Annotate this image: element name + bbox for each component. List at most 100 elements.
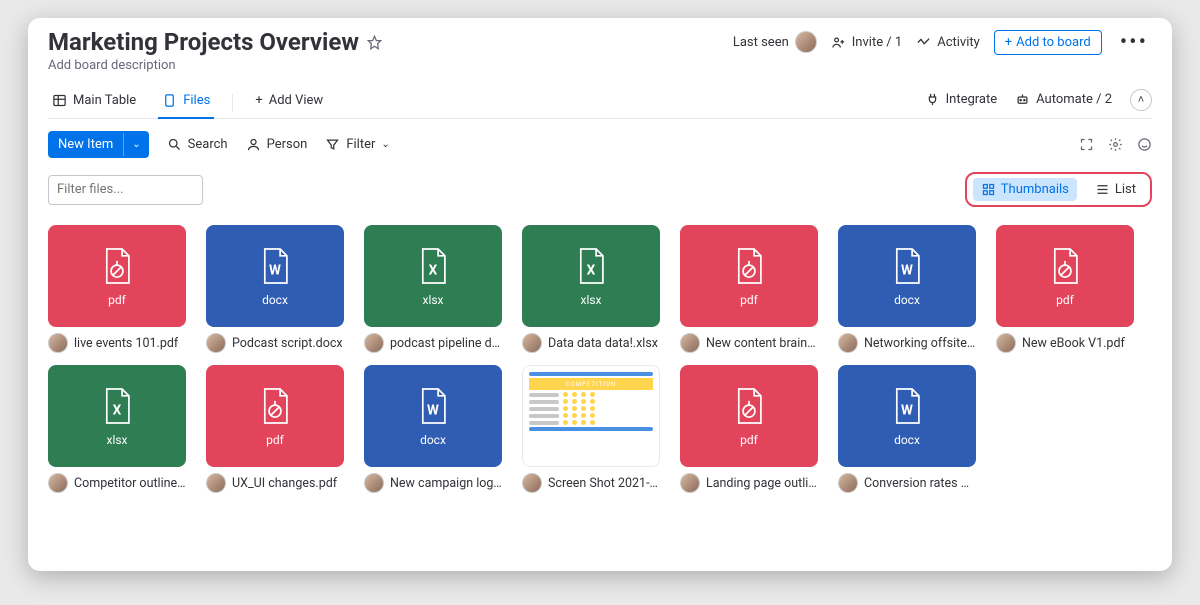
last-seen-label: Last seen (733, 35, 789, 50)
add-view-button[interactable]: + Add View (251, 87, 327, 118)
filter-files-input[interactable] (57, 182, 223, 197)
new-item-button[interactable]: New Item ⌄ (48, 131, 149, 158)
file-extension-label: docx (420, 433, 446, 447)
more-menu-icon[interactable]: ••• (1116, 30, 1152, 55)
smile-icon[interactable] (1137, 137, 1152, 152)
file-name: Screen Shot 2021-03… (548, 476, 660, 491)
file-extension-label: pdf (266, 433, 284, 447)
plus-icon: + (255, 93, 262, 108)
add-to-board-label: Add to board (1016, 35, 1091, 50)
file-item[interactable]: XxlsxCompetitor outline d… (48, 365, 186, 493)
file-meta: live events 101.pdf (48, 333, 186, 353)
thumbnails-view-button[interactable]: Thumbnails (973, 178, 1077, 201)
file-item[interactable]: pdf Landing page outlin… (680, 365, 818, 493)
file-thumbnail[interactable]: Wdocx (206, 225, 344, 327)
avatar (206, 473, 226, 493)
file-name: New eBook V1.pdf (1022, 336, 1125, 351)
filter-button[interactable]: Filter ⌄ (325, 137, 389, 152)
file-thumbnail[interactable]: COMPETITION (522, 365, 660, 467)
file-extension-label: pdf (108, 293, 126, 307)
file-thumbnail[interactable]: Wdocx (838, 365, 976, 467)
docx-file-icon: W (890, 385, 924, 427)
file-extension-label: docx (894, 293, 920, 307)
files-icon (162, 93, 177, 108)
file-extension-label: docx (262, 293, 288, 307)
file-meta: Landing page outlin… (680, 473, 818, 493)
activity-label: Activity (937, 35, 980, 50)
plug-icon (925, 92, 940, 107)
file-thumbnail[interactable]: Xxlsx (364, 225, 502, 327)
list-view-button[interactable]: List (1087, 178, 1144, 201)
file-extension-label: docx (894, 433, 920, 447)
file-thumbnail[interactable]: Xxlsx (48, 365, 186, 467)
add-to-board-button[interactable]: + Add to board (994, 30, 1102, 55)
file-thumbnail[interactable]: pdf (996, 225, 1134, 327)
thumbnails-label: Thumbnails (1001, 182, 1069, 197)
file-thumbnail[interactable]: pdf (48, 225, 186, 327)
divider (232, 94, 233, 112)
avatar (206, 333, 226, 353)
file-thumbnail[interactable]: Xxlsx (522, 225, 660, 327)
file-item[interactable]: pdfUX_UI changes.pdf (206, 365, 344, 493)
screenshot-preview: COMPETITION (529, 372, 653, 460)
file-thumbnail[interactable]: pdf (680, 365, 818, 467)
robot-icon (1015, 92, 1030, 107)
avatar (364, 473, 384, 493)
list-icon (1095, 182, 1110, 197)
pdf-file-icon (732, 245, 766, 287)
chevron-down-icon[interactable]: ⌄ (123, 133, 148, 156)
invite-label: Invite / 1 (852, 35, 902, 50)
activity-button[interactable]: Activity (916, 35, 980, 50)
file-item[interactable]: WdocxPodcast script.docx (206, 225, 344, 353)
file-item[interactable]: WdocxNetworking offsite i… (838, 225, 976, 353)
automate-label: Automate / 2 (1036, 92, 1112, 107)
search-button[interactable]: Search (167, 137, 228, 152)
gear-icon[interactable] (1108, 137, 1123, 152)
avatar (522, 473, 542, 493)
tab-main-table[interactable]: Main Table (48, 87, 140, 118)
integrate-label: Integrate (946, 92, 998, 107)
avatar (48, 473, 68, 493)
file-item[interactable]: pdfNew content brain d… (680, 225, 818, 353)
person-filter[interactable]: Person (246, 137, 308, 152)
plus-icon: + (1005, 35, 1012, 50)
file-item[interactable]: Xxlsxpodcast pipeline dra… (364, 225, 502, 353)
filter-label: Filter (346, 137, 375, 152)
automate-button[interactable]: Automate / 2 (1015, 92, 1112, 107)
integrate-button[interactable]: Integrate (925, 92, 998, 107)
grid-icon (981, 182, 996, 197)
file-meta: Conversion rates out… (838, 473, 976, 493)
file-thumbnail[interactable]: Wdocx (838, 225, 976, 327)
view-toggle: Thumbnails List (965, 172, 1152, 207)
avatar (522, 333, 542, 353)
file-thumbnail[interactable]: pdf (206, 365, 344, 467)
avatar (996, 333, 1016, 353)
tab-files[interactable]: Files (158, 87, 214, 118)
file-item[interactable]: pdf New eBook V1.pdf (996, 225, 1134, 353)
file-item[interactable]: XxlsxData data data!.xlsx (522, 225, 660, 353)
fullscreen-icon[interactable] (1079, 137, 1094, 152)
avatar (680, 333, 700, 353)
file-item[interactable]: Wdocx Conversion rates out… (838, 365, 976, 493)
board-description[interactable]: Add board description (48, 58, 1152, 73)
file-thumbnail[interactable]: pdf (680, 225, 818, 327)
collapse-icon[interactable]: ˄ (1130, 89, 1152, 111)
activity-icon (916, 35, 931, 50)
file-item[interactable]: WdocxNew campaign logo … (364, 365, 502, 493)
xlsx-file-icon: X (100, 385, 134, 427)
file-extension-label: pdf (740, 293, 758, 307)
svg-text:X: X (587, 263, 596, 279)
svg-text:W: W (269, 263, 281, 279)
file-item[interactable]: COMPETITION Screen Shot 2021-03… (522, 365, 660, 493)
file-item[interactable]: pdf live events 101.pdf (48, 225, 186, 353)
invite-button[interactable]: Invite / 1 (831, 35, 902, 50)
table-icon (52, 93, 67, 108)
avatar (48, 333, 68, 353)
file-extension-label: xlsx (422, 293, 443, 307)
filter-files-input-wrap[interactable] (48, 175, 203, 205)
svg-text:X: X (429, 263, 438, 279)
star-icon[interactable] (367, 35, 382, 50)
last-seen[interactable]: Last seen (733, 31, 817, 53)
file-thumbnail[interactable]: Wdocx (364, 365, 502, 467)
tab-main-table-label: Main Table (73, 93, 136, 108)
